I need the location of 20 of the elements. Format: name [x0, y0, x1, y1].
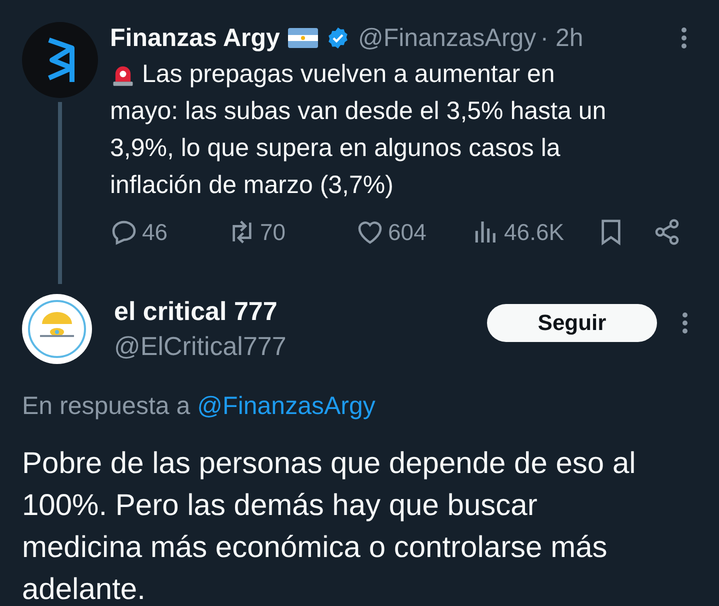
reply-context: En respuesta a [22, 392, 190, 420]
reply-text: Pobre de las personas que depende de eso al 100%. Pero las demás hay que buscar medicina más económica o controlarse más adelante. [22, 446, 637, 606]
logo-avatar[interactable] [22, 22, 98, 98]
more-icon[interactable] [682, 312, 688, 334]
action-count: 46 [142, 218, 168, 246]
author-name[interactable]: Finanzas Argy [110, 24, 280, 52]
action-count: 46.6K [504, 218, 564, 246]
mention-link[interactable]: @FinanzasArgy [197, 392, 376, 420]
author-handle[interactable]: @FinanzasArgy [358, 24, 536, 52]
action-count: 70 [260, 218, 286, 246]
action-count: 604 [388, 218, 426, 246]
author-handle[interactable]: @ElCritical777 [114, 331, 286, 362]
share-icon[interactable] [653, 218, 681, 246]
post-text: Las prepagas vuelven a aumentar en mayo: las subas van desde el 3,5% hasta un 3,9%, lo que supera en algunos casos la inflación de marzo (3,7%) [110, 59, 608, 201]
author-name[interactable]: el critical 777 [114, 296, 286, 327]
speech-bubble-icon[interactable] [110, 218, 138, 246]
logo-avatar[interactable] [22, 294, 92, 364]
more-icon[interactable] [681, 27, 687, 49]
post-time: · 2h [540, 24, 584, 52]
follow-button[interactable]: Seguir [487, 304, 657, 342]
